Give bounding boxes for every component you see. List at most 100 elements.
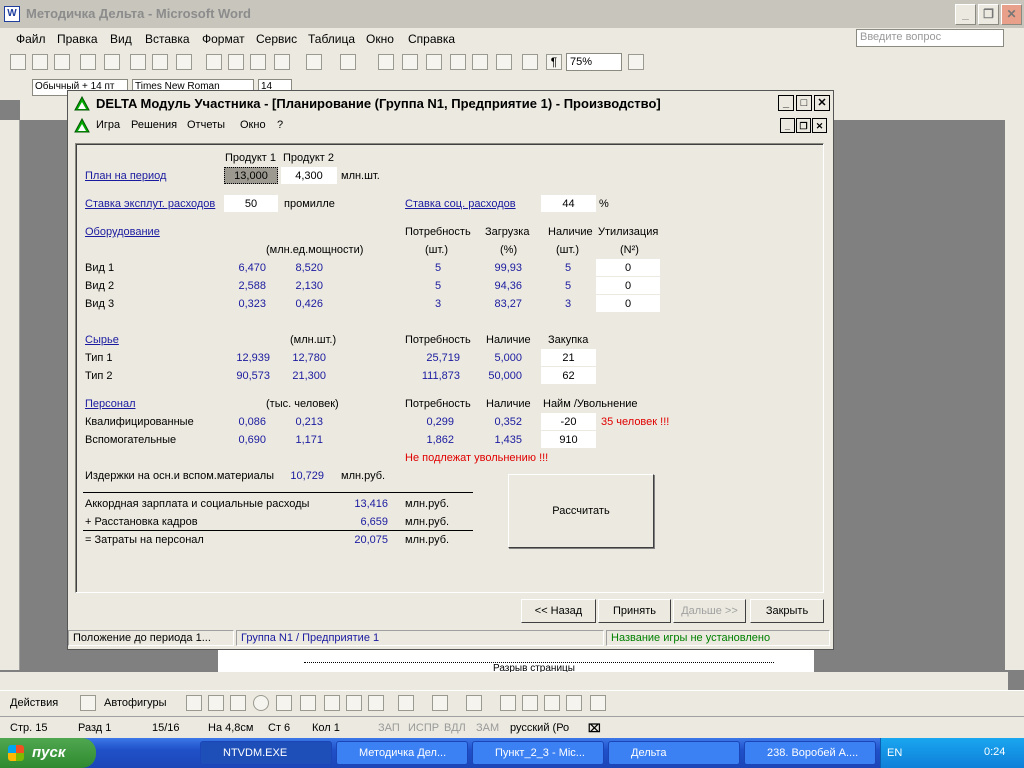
status-trk[interactable]: ИСПР [408,722,439,734]
menu-table[interactable]: Таблица [308,32,355,46]
delta-menu-decisions[interactable]: Решения [131,119,177,131]
close-button[interactable]: Закрыть [750,599,824,623]
equipment-link[interactable]: Оборудование [85,226,160,238]
shadow-icon[interactable] [566,695,582,711]
menu-file[interactable]: Файл [16,32,46,46]
start-button[interactable]: пуск [0,738,96,768]
plan-p1-input[interactable]: 13,000 [224,167,278,184]
social-rate-link[interactable]: Ставка соц. расходов [405,198,516,210]
task-delta[interactable]: Дельта [608,741,740,765]
task-ntvdm[interactable]: NTVDM.EXE [200,741,332,765]
delta-maximize-icon[interactable]: □ [796,95,812,111]
permission-icon[interactable] [80,54,96,70]
line-color-icon[interactable] [432,695,448,711]
clipart-icon[interactable] [346,695,362,711]
columns-icon[interactable] [472,54,488,70]
equipment-row-util-input[interactable]: 0 [596,259,660,276]
menu-format[interactable]: Формат [202,32,245,46]
format-painter-icon[interactable] [274,54,290,70]
child-restore-icon[interactable]: ❐ [796,118,811,133]
spelling-status-icon[interactable]: ⌧ [588,722,601,735]
hyperlink-icon[interactable] [378,54,394,70]
email-icon[interactable] [104,54,120,70]
minimize-icon[interactable]: _ [955,4,976,25]
arrow-style-icon[interactable] [544,695,560,711]
menu-view[interactable]: Вид [110,32,132,46]
raw-link[interactable]: Сырье [85,334,119,346]
menu-help[interactable]: Справка [408,32,455,46]
child-close-icon[interactable]: ✕ [812,118,827,133]
close-icon[interactable]: ✕ [1001,4,1022,25]
copy-icon[interactable] [228,54,244,70]
calculate-button[interactable]: Рассчитать [508,474,654,548]
expl-rate-link[interactable]: Ставка эксплут. расходов [85,198,215,210]
menu-window[interactable]: Окно [366,32,394,46]
language-indicator[interactable]: EN [887,747,902,759]
diagram-icon[interactable] [324,695,340,711]
staff-row-hire-input[interactable]: 910 [541,431,596,448]
child-minimize-icon[interactable]: _ [780,118,795,133]
delta-menu-game[interactable]: Игра [96,119,120,131]
insert-table-icon[interactable] [426,54,442,70]
menu-tools[interactable]: Сервис [256,32,297,46]
new-icon[interactable] [10,54,26,70]
font-color-icon[interactable] [466,695,482,711]
delta-close-icon[interactable]: ✕ [814,95,830,111]
fill-color-icon[interactable] [398,695,414,711]
plan-link[interactable]: План на период [85,170,166,182]
document-map-icon[interactable] [522,54,538,70]
staff-link[interactable]: Персонал [85,398,136,410]
delta-menu-window[interactable]: Окно [240,119,266,131]
expl-rate-input[interactable]: 50 [224,195,278,212]
help-search-input[interactable]: Введите вопрос [856,29,1004,47]
staff-row-hire-input[interactable]: -20 [541,413,596,430]
delta-minimize-icon[interactable]: _ [778,95,794,111]
equipment-row-util-input[interactable]: 0 [596,295,660,312]
oval-icon[interactable] [253,695,269,711]
wordart-icon[interactable] [300,695,316,711]
status-rec[interactable]: ЗАП [378,722,400,734]
restore-icon[interactable]: ❐ [978,4,999,25]
task-punkt[interactable]: Пункт_2_3 - Mic... [472,741,604,765]
back-button[interactable]: << Назад [521,599,596,623]
horizontal-scrollbar[interactable] [0,672,1008,690]
raw-row-buy-input[interactable]: 62 [541,367,596,384]
select-pointer-icon[interactable] [80,695,96,711]
autoshapes-menu[interactable]: Автофигуры [104,697,167,709]
3d-icon[interactable] [590,695,606,711]
line-style-icon[interactable] [500,695,516,711]
help-icon[interactable] [628,54,644,70]
task-vorobey[interactable]: 238. Воробей А.... [744,741,876,765]
insert-excel-icon[interactable] [450,54,466,70]
accept-button[interactable]: Принять [598,599,671,623]
raw-row-buy-input[interactable]: 21 [541,349,596,366]
task-metodichka[interactable]: Методичка Дел... [336,741,468,765]
equipment-row-util-input[interactable]: 0 [596,277,660,294]
plan-p2-input[interactable]: 4,300 [281,167,337,184]
draw-actions-menu[interactable]: Действия [10,697,58,709]
preview-icon[interactable] [152,54,168,70]
open-icon[interactable] [32,54,48,70]
zoom-select[interactable]: 75% [566,53,622,71]
pilcrow-icon[interactable]: ¶ [546,54,562,70]
drawing-icon[interactable] [496,54,512,70]
menu-edit[interactable]: Правка [57,32,98,46]
line-icon[interactable] [186,695,202,711]
print-icon[interactable] [130,54,146,70]
paste-icon[interactable] [250,54,266,70]
spelling-icon[interactable] [176,54,192,70]
delta-menu-help[interactable]: ? [277,119,283,131]
dash-style-icon[interactable] [522,695,538,711]
status-ovr[interactable]: ЗАМ [476,722,499,734]
vertical-scrollbar[interactable] [1005,100,1024,670]
delta-menu-reports[interactable]: Отчеты [187,119,225,131]
redo-icon[interactable] [340,54,356,70]
next-button[interactable]: Дальше >> [673,599,746,623]
status-ext[interactable]: ВДЛ [444,722,466,734]
cut-icon[interactable] [206,54,222,70]
tables-borders-icon[interactable] [402,54,418,70]
rectangle-icon[interactable] [230,695,246,711]
undo-icon[interactable] [306,54,322,70]
social-rate-input[interactable]: 44 [541,195,596,212]
textbox-icon[interactable] [276,695,292,711]
